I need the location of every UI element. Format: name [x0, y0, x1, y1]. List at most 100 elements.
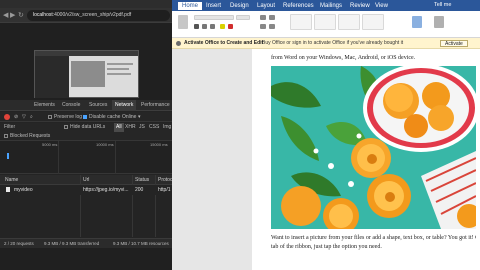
apricot-image — [271, 66, 476, 229]
filter-row: Filter Hide data URLs All XHR JS CSS Img — [0, 123, 172, 132]
styles-pane-icon[interactable] — [412, 16, 422, 28]
filter-type-xhr[interactable]: XHR — [125, 123, 136, 132]
request-protocol: http/1 — [158, 187, 171, 193]
style-heading-1[interactable] — [338, 14, 360, 30]
tell-me-box[interactable]: Tell me — [434, 2, 451, 8]
page-preview — [34, 50, 139, 98]
filter-icon[interactable]: ▽ — [22, 112, 26, 122]
hide-data-urls-checkbox[interactable]: Hide data URLs — [64, 123, 105, 132]
table-row[interactable]: myvideo https://jpeg.io/myvi... 200 http… — [0, 185, 172, 195]
preserve-log-label: Preserve log — [54, 114, 83, 120]
url-field[interactable]: localhost:4000/v2/sw_screen_ship/v2pdf.p… — [27, 10, 170, 21]
filter-type-img[interactable]: Img — [163, 123, 171, 132]
paste-icon[interactable] — [178, 15, 188, 29]
highlight-icon[interactable] — [220, 24, 225, 29]
filter-type-css[interactable]: CSS — [149, 123, 159, 132]
record-icon[interactable] — [4, 114, 10, 120]
bullets-icon[interactable] — [260, 15, 266, 20]
screen: ◀ ▶ ↻ localhost:4000/v2/sw_screen_ship/v… — [0, 0, 480, 270]
notice-message: Buy Office or sign in to activate Office… — [262, 40, 404, 46]
activate-button[interactable]: Activate — [440, 40, 468, 47]
word-window: Home Insert Design Layout References Mai… — [172, 0, 480, 270]
column-protocol[interactable]: Protoc — [158, 175, 172, 185]
column-url[interactable]: Url — [83, 175, 89, 185]
search-icon[interactable]: ⌕ — [30, 112, 33, 122]
tab-view[interactable]: View — [375, 3, 388, 9]
devtools-tabs: Elements Console Sources Network Perform… — [0, 100, 172, 111]
hide-data-urls-label: Hide data URLs — [70, 124, 106, 130]
filter-type-all[interactable]: All — [114, 123, 124, 132]
timeline-tick-label: 15000 ms — [150, 142, 168, 147]
console-drawer — [0, 248, 172, 270]
document-page[interactable]: from Word on your Windows, Mac, Android,… — [252, 49, 480, 270]
disable-cache-label: Disable cache — [89, 114, 121, 120]
tab-mailings[interactable]: Mailings — [320, 3, 342, 9]
url-host: localhost — [33, 12, 53, 18]
activation-notice-bar: Activate Office to Create and Edit Buy O… — [172, 38, 480, 49]
blocked-requests-row: Blocked Requests — [0, 132, 172, 141]
tab-review[interactable]: Review — [350, 3, 370, 9]
network-timeline: 5000 ms 10000 ms 15000 ms — [0, 141, 172, 174]
style-normal[interactable] — [290, 14, 312, 30]
address-bar: ◀ ▶ ↻ localhost:4000/v2/sw_screen_ship/v… — [0, 8, 172, 23]
italic-icon[interactable] — [202, 24, 207, 29]
document-icon — [6, 187, 10, 192]
font-name-select[interactable] — [194, 15, 234, 20]
requests-table-header: Name Url Status Protoc — [0, 175, 172, 185]
notice-title: Activate Office to Create and Edit — [184, 40, 264, 46]
font-color-icon[interactable] — [228, 24, 233, 29]
throttling-select[interactable]: Online — [122, 112, 136, 122]
tab-sources[interactable]: Sources — [89, 100, 107, 111]
page-viewport — [0, 23, 172, 100]
align-center-icon[interactable] — [269, 24, 275, 29]
document-area: from Word on your Windows, Mac, Android,… — [172, 49, 480, 270]
tab-references[interactable]: References — [283, 3, 314, 9]
column-name[interactable]: Name — [5, 175, 18, 185]
ribbon-toolbar — [172, 11, 480, 38]
url-path: :4000/v2/sw_screen_ship/v2pdf.pdf — [52, 12, 132, 18]
timeline-tick-label: 5000 ms — [42, 142, 58, 147]
column-status[interactable]: Status — [135, 175, 149, 185]
numbering-icon[interactable] — [269, 15, 275, 20]
reload-icon[interactable]: ↻ — [18, 11, 24, 19]
chevron-down-icon: ▾ — [138, 114, 141, 120]
request-name: myvideo — [14, 187, 33, 193]
tab-design[interactable]: Design — [230, 3, 249, 9]
tab-insert[interactable]: Insert — [206, 3, 221, 9]
blocked-requests-label: Blocked Requests — [10, 133, 51, 139]
align-left-icon[interactable] — [260, 24, 266, 29]
apricot-photo — [271, 66, 476, 229]
network-status-bar: 2 / 20 requests 9.3 MB / 9.3 MB transfer… — [0, 238, 172, 248]
browser-window: ◀ ▶ ↻ localhost:4000/v2/sw_screen_ship/v… — [0, 0, 172, 270]
back-icon[interactable]: ◀ — [3, 11, 8, 19]
doc-text-bottom-line-2: tab of the ribbon, just tap the option y… — [271, 244, 382, 250]
forward-icon[interactable]: ▶ — [10, 11, 15, 19]
blocked-requests-checkbox[interactable]: Blocked Requests — [4, 132, 50, 141]
tab-network[interactable]: Network — [112, 100, 137, 111]
underline-icon[interactable] — [210, 24, 215, 29]
disable-cache-checkbox[interactable]: Disable cache — [83, 112, 120, 122]
bold-icon[interactable] — [194, 24, 199, 29]
tab-elements[interactable]: Elements — [34, 100, 55, 111]
tab-home[interactable]: Home — [178, 2, 203, 10]
style-no-spacing[interactable] — [314, 14, 336, 30]
style-heading-2[interactable] — [362, 14, 384, 30]
request-url: https://jpeg.io/myvi... — [83, 187, 129, 193]
timeline-tick-label: 10000 ms — [96, 142, 114, 147]
preserve-log-checkbox[interactable]: Preserve log — [48, 112, 82, 122]
tab-layout[interactable]: Layout — [257, 3, 275, 9]
filter-input[interactable]: Filter — [4, 123, 15, 132]
timeline-request-bar — [7, 153, 9, 159]
font-size-select[interactable] — [236, 15, 250, 20]
tab-console[interactable]: Console — [62, 100, 80, 111]
browser-tab-bar — [0, 0, 172, 8]
filter-type-js[interactable]: JS — [139, 123, 145, 132]
doc-text-bottom-line-1: Want to insert a picture from your files… — [271, 235, 476, 241]
lightbulb-icon — [176, 41, 181, 46]
doc-text-top: from Word on your Windows, Mac, Android,… — [271, 55, 416, 61]
tab-performance[interactable]: Performance — [141, 100, 170, 111]
clear-icon[interactable]: ⊘ — [14, 112, 18, 122]
find-icon[interactable] — [434, 16, 444, 28]
request-status: 200 — [135, 187, 144, 193]
network-toolbar: ⊘ ▽ ⌕ Preserve log Disable cache Online … — [0, 112, 172, 122]
